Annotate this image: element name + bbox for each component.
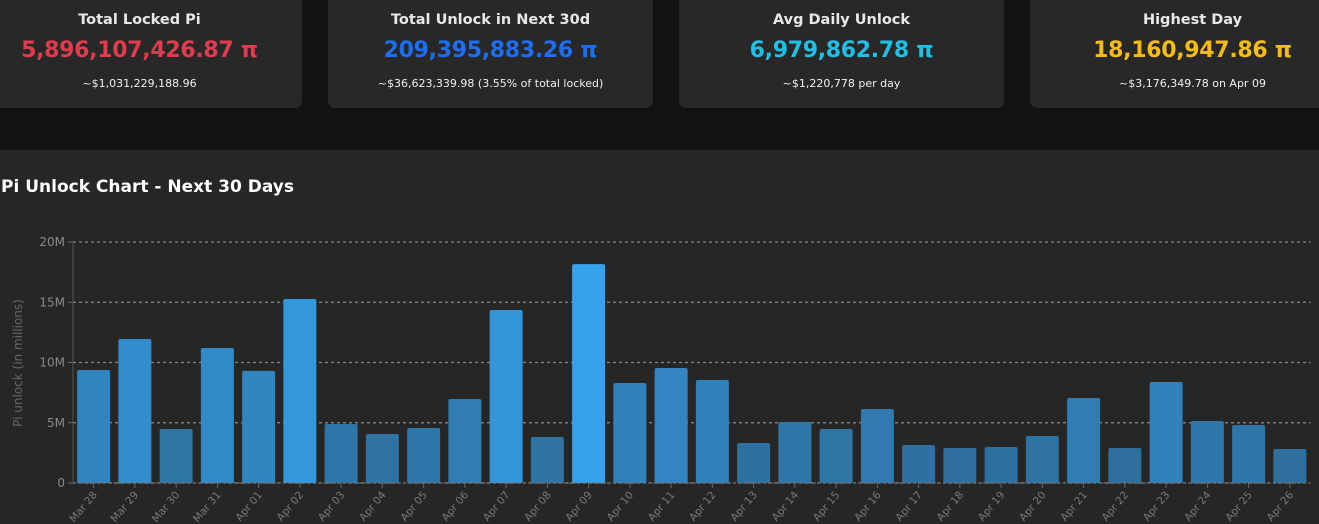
y-tick-label: 10M <box>39 356 65 370</box>
x-tick-label: Apr 11 <box>646 489 678 523</box>
bar-mar-30[interactable] <box>159 429 193 483</box>
x-tick-label: Apr 07 <box>481 489 513 523</box>
x-tick-label: Mar 28 <box>67 489 100 524</box>
bar-apr-17[interactable] <box>902 445 936 483</box>
bar-apr-07[interactable] <box>489 309 523 483</box>
y-tick-label: 20M <box>39 235 65 249</box>
bar-apr-19[interactable] <box>984 446 1018 483</box>
x-tick-label: Mar 30 <box>150 489 183 524</box>
bar-apr-05[interactable] <box>407 428 441 483</box>
x-tick-label: Apr 05 <box>398 489 430 523</box>
bar-mar-29[interactable] <box>118 339 152 483</box>
x-tick-label: Apr 12 <box>687 489 719 523</box>
bar-apr-06[interactable] <box>448 399 482 483</box>
y-tick-label: 15M <box>39 295 65 309</box>
x-tick-label: Apr 04 <box>357 489 389 524</box>
x-tick-label: Apr 17 <box>893 489 925 523</box>
y-tick-label: 0 <box>57 476 65 490</box>
x-tick-label: Mar 29 <box>109 489 142 524</box>
x-tick-label: Apr 14 <box>770 489 802 524</box>
x-tick-label: Apr 15 <box>811 489 843 523</box>
bar-apr-23[interactable] <box>1149 382 1183 483</box>
unlock-bar-chart: 0 5M 10M 15M 20M Pi unlock (in millions) Mar 2… <box>11 235 1311 524</box>
bar-apr-18[interactable] <box>943 448 977 483</box>
y-tick-label: 5M <box>47 416 65 430</box>
x-tick-label: Apr 19 <box>976 489 1008 523</box>
bar-apr-03[interactable] <box>324 423 358 483</box>
bar-apr-04[interactable] <box>365 433 399 483</box>
bar-apr-12[interactable] <box>695 379 729 483</box>
bar-apr-20[interactable] <box>1025 436 1059 483</box>
bar-apr-26[interactable] <box>1273 449 1307 483</box>
bar-apr-25[interactable] <box>1232 425 1266 483</box>
bar-apr-08[interactable] <box>530 436 564 483</box>
x-tick-label: Apr 18 <box>935 489 967 523</box>
bar-apr-02[interactable] <box>283 298 317 483</box>
bar-mar-28[interactable] <box>77 369 111 483</box>
bar-apr-21[interactable] <box>1067 398 1101 483</box>
x-tick-label: Apr 06 <box>440 489 472 524</box>
bar-apr-24[interactable] <box>1190 420 1224 483</box>
y-axis-label: Pi unlock (in millions) <box>11 299 25 427</box>
x-tick-label: Apr 16 <box>852 489 884 524</box>
bar-apr-14[interactable] <box>778 422 812 483</box>
x-tick-label: Apr 08 <box>522 489 554 523</box>
x-tick-label: Mar 31 <box>191 489 224 524</box>
x-tick-label: Apr 02 <box>275 489 307 523</box>
bar-apr-16[interactable] <box>860 409 894 483</box>
x-tick-label: Apr 24 <box>1182 489 1214 524</box>
bar-apr-13[interactable] <box>737 442 771 483</box>
x-tick-label: Apr 26 <box>1265 489 1297 524</box>
x-tick-label: Apr 20 <box>1017 489 1049 523</box>
x-tick-label: Apr 22 <box>1100 489 1132 523</box>
bar-apr-15[interactable] <box>819 429 853 483</box>
bar-apr-09[interactable] <box>572 264 606 483</box>
x-tick-label: Apr 25 <box>1223 489 1255 523</box>
bar-apr-11[interactable] <box>654 368 688 483</box>
bar-apr-01[interactable] <box>242 370 276 483</box>
x-tick-label: Apr 23 <box>1141 489 1173 523</box>
x-tick-label: Apr 21 <box>1058 489 1090 523</box>
bar-apr-22[interactable] <box>1108 448 1142 483</box>
x-tick-label: Apr 13 <box>728 489 760 523</box>
bar-apr-10[interactable] <box>613 382 647 483</box>
x-tick-label: Apr 03 <box>316 489 348 523</box>
x-tick-label: Apr 10 <box>605 489 637 523</box>
x-tick-label: Apr 01 <box>233 489 265 523</box>
x-tick-label: Apr 09 <box>563 489 595 523</box>
bar-mar-31[interactable] <box>200 348 234 483</box>
